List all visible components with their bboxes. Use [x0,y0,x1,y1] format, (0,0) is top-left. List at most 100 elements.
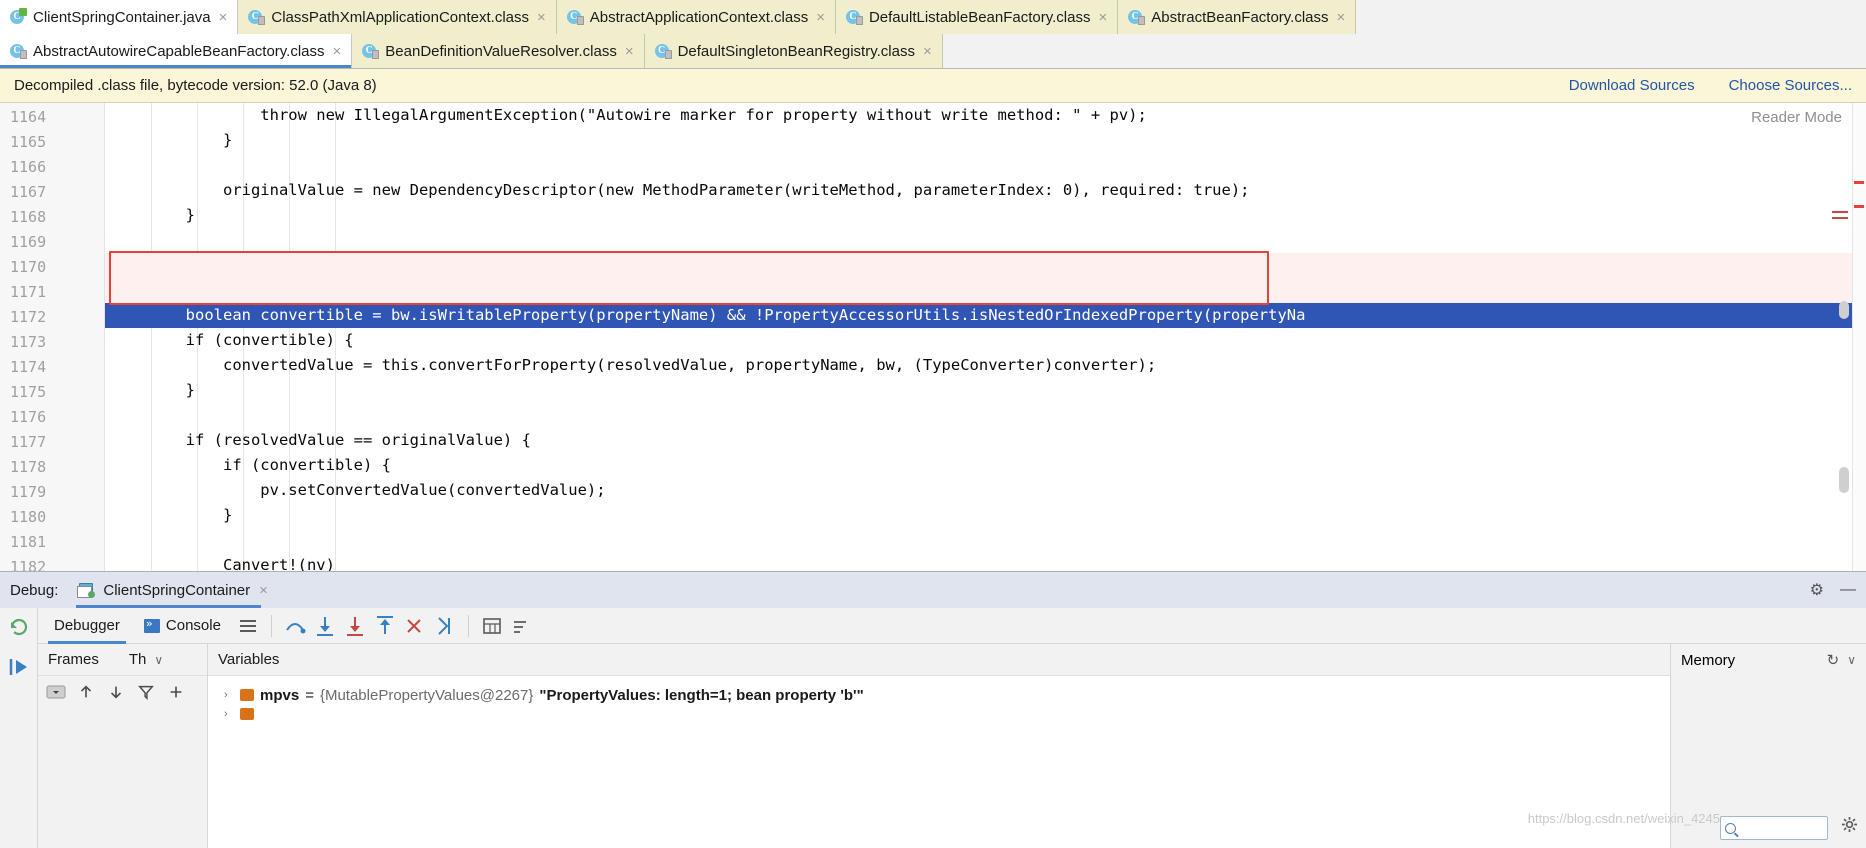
editor-tab-beandefinitionvalueresolver[interactable]: C BeanDefinitionValueResolver.class × [352,34,645,68]
code-line-1170[interactable]: Object resolvedValue = valueResolver.res… [105,253,1866,299]
editor-tab-close-icon[interactable]: × [1336,10,1347,25]
code-line-1168[interactable]: } [105,203,1866,228]
debug-left-rail [0,608,38,848]
expand-chevron-icon[interactable]: › [224,689,234,701]
code-editor[interactable]: 1164 1165 1166 1167 1168 1169 1170 1171 … [0,103,1866,571]
code-line-1179[interactable]: pv.setConvertedValue(convertedValue); [105,478,1866,503]
warning-marker[interactable] [1854,205,1864,208]
code-line-1180[interactable]: } [105,503,1866,528]
error-marker[interactable] [1854,181,1864,184]
variable-name: mpvs [260,686,300,704]
variable-type: {MutablePropertyValues@2267} [319,686,534,704]
editor-vertical-scrollbar[interactable] [1839,301,1849,319]
class-file-icon: C [654,43,672,59]
code-line-1181[interactable] [105,528,1866,553]
editor-tab-label: AbstractBeanFactory.class [1151,8,1329,26]
code-line-1169[interactable] [105,228,1866,253]
editor-tab-close-icon[interactable]: × [332,44,343,59]
editor-tab-client-spring-container[interactable]: C ClientSpringContainer.java × [0,0,239,34]
variable-row-partial[interactable]: › [208,708,1670,720]
editor-tab-close-icon[interactable]: × [218,10,229,25]
expand-chevron-icon[interactable]: › [224,708,234,720]
debug-session-tab[interactable]: ClientSpringContainer × [76,572,273,608]
editor-tab-defaultlistablebeanfactory[interactable]: C DefaultListableBeanFactory.class × [835,0,1119,34]
editor-tab-close-icon[interactable]: × [1097,10,1108,25]
debugger-tab-label: Debugger [54,617,120,634]
step-into-icon[interactable] [312,613,338,639]
code-line-1173[interactable]: if (convertible) { [105,328,1866,353]
resume-program-icon[interactable] [8,656,30,678]
debug-session-close-icon[interactable]: × [258,583,269,598]
settings-gear-icon-bottom[interactable] [1841,816,1858,838]
mute-breakpoints-icon[interactable] [509,613,535,639]
editor-tab-abstractapplicationcontext[interactable]: C AbstractApplicationContext.class × [556,0,836,34]
filter-icon[interactable] [136,682,156,702]
editor-tab-close-icon[interactable]: × [536,10,547,25]
down-arrow-icon[interactable] [106,682,126,702]
run-to-cursor-icon[interactable] [432,613,458,639]
code-line-1171[interactable]: Object convertedValue = resolvedValue;re… [105,278,1866,324]
code-line-1172[interactable]: boolean convertible = bw.isWritablePrope… [105,303,1866,328]
code-line-1177[interactable]: if (resolvedValue == originalValue) { [105,428,1866,453]
editor-tab-close-icon[interactable]: × [815,10,826,25]
editor-tab-abstractbeanfactory[interactable]: C AbstractBeanFactory.class × [1118,0,1357,34]
marker-stripe-icon[interactable] [1832,211,1848,213]
variables-tree[interactable]: › mpvs = {MutablePropertyValues@2267} "P… [208,676,1670,848]
code-line-1164[interactable]: throw new IllegalArgumentException("Auto… [105,103,1866,128]
step-over-icon[interactable] [282,613,308,639]
editor-tab-defaultsingletonbeanregistry[interactable]: C DefaultSingletonBeanRegistry.class × [644,34,943,68]
editor-marker-strip[interactable] [1852,103,1866,571]
chevron-down-icon[interactable]: ∨ [154,653,163,667]
editor-tab-close-icon[interactable]: × [922,44,933,59]
editor-tab-label: DefaultListableBeanFactory.class [868,8,1091,26]
up-arrow-icon[interactable] [76,682,96,702]
code-line-text: if (convertible) { [111,331,354,349]
editor-tab-abstractautowirecapablebeanfactory[interactable]: C AbstractAutowireCapableBeanFactory.cla… [0,34,353,68]
editor-scroll-thumb[interactable] [1839,467,1849,493]
class-file-icon: C [566,9,584,25]
toolbar-separator [270,614,272,637]
variable-row-mpvs[interactable]: › mpvs = {MutablePropertyValues@2267} "P… [208,682,1670,708]
refresh-icon[interactable]: ↻ [1827,651,1840,669]
gutter-line: 1173 [10,333,47,351]
code-content[interactable]: throw new IllegalArgumentException("Auto… [105,103,1866,571]
evaluate-expression-icon[interactable] [479,613,505,639]
step-out-icon[interactable] [372,613,398,639]
code-line-1166[interactable] [105,153,1866,178]
editor-tab-classpathxmlapplicationcontext[interactable]: C ClassPathXmlApplicationContext.class × [238,0,557,34]
code-line-1182[interactable]: Canvert!(nv) [105,553,1866,571]
editor-tab-close-icon[interactable]: × [624,44,635,59]
code-line-text: convertedValue = this.convertForProperty… [111,356,1157,374]
chevron-down-icon[interactable]: ∨ [1847,653,1856,667]
gutter-line: 1177 [10,433,47,451]
drop-frame-icon[interactable] [402,613,428,639]
rerun-icon[interactable] [8,616,30,638]
tab-console[interactable]: Console [132,608,233,644]
download-sources-link[interactable]: Download Sources [1569,77,1695,94]
editor-tab-label: AbstractAutowireCapableBeanFactory.class [33,42,325,60]
code-line-1175[interactable]: } [105,378,1866,403]
code-line-1178[interactable]: if (convertible) { [105,453,1866,478]
editor-tab-bar: C ClientSpringContainer.java × C ClassPa… [0,0,1866,69]
reader-mode-label[interactable]: Reader Mode [1751,109,1842,126]
tab-debugger[interactable]: Debugger [42,608,132,644]
minimize-icon[interactable]: — [1840,581,1856,599]
code-line-1167[interactable]: originalValue = new DependencyDescriptor… [105,178,1866,203]
code-line-1176[interactable] [105,403,1866,428]
settings-gear-icon[interactable]: ⚙ [1810,580,1824,600]
marker-stripe-icon[interactable] [1832,217,1848,219]
search-input-box[interactable] [1720,816,1828,840]
force-step-into-icon[interactable] [342,613,368,639]
code-line-1165[interactable]: } [105,128,1866,153]
code-line-text: originalValue = new DependencyDescriptor… [111,181,1250,199]
choose-sources-link[interactable]: Choose Sources... [1729,77,1852,94]
gutter-line: 1170 [10,258,47,276]
thread-selector-label[interactable]: Th [129,651,147,668]
thread-dropdown-icon[interactable] [46,682,66,702]
layout-settings-icon[interactable] [235,613,261,639]
editor-gutter[interactable]: 1164 1165 1166 1167 1168 1169 1170 1171 … [0,103,105,571]
code-line-1174[interactable]: convertedValue = this.convertForProperty… [105,353,1866,378]
gutter-line: 1168 [10,208,47,226]
add-watch-icon[interactable] [166,682,186,702]
search-input[interactable] [1740,821,1823,835]
